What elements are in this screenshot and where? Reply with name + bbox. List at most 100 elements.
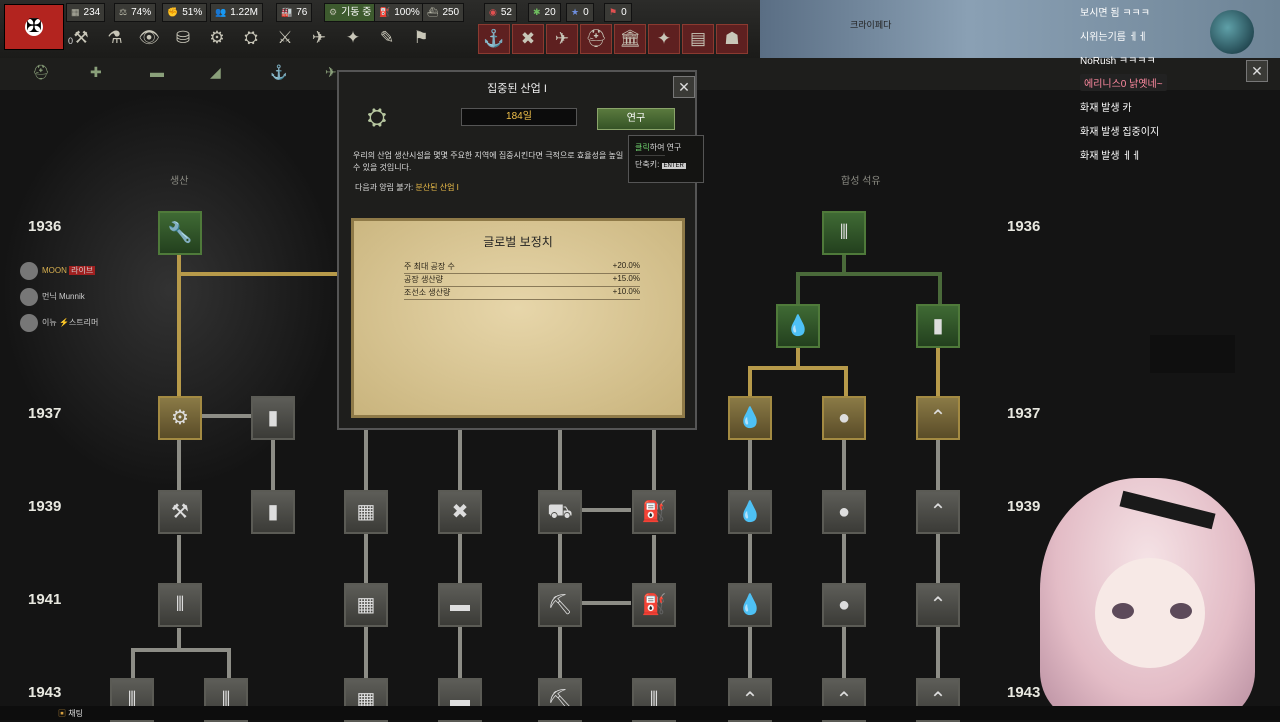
manpower-icon: 👥	[215, 7, 227, 17]
resource-factories[interactable]: 🏭 76	[276, 3, 313, 22]
tech-node-fuel-storage[interactable]: ▮	[916, 304, 960, 348]
tech-node-oil-1937-a[interactable]: 💧	[728, 396, 772, 440]
tree-connector	[271, 440, 275, 492]
tech-node-assembly-line[interactable]: ⦀	[158, 583, 202, 627]
resource-mobilization[interactable]: ⚙ 기동 중	[324, 3, 377, 22]
tree-connector	[842, 255, 846, 273]
oil-drop-icon: 💧	[785, 315, 811, 337]
tech-node-basic-machine-tools[interactable]: 🔧	[158, 211, 202, 255]
year-label: 1943	[28, 684, 62, 701]
resource-stability[interactable]: ⚖ 74%	[114, 3, 157, 22]
research-button[interactable]: 연구	[597, 108, 675, 130]
mask-icon: ☗	[724, 29, 740, 48]
modifier-panel: 글로벌 보정치 주 최대 공장 수 +20.0% 공장 생산량 +15.0% 조선소…	[351, 218, 685, 418]
chat-toggle[interactable]: ▣ 채팅	[58, 708, 83, 719]
government-alert-button[interactable]: 🏛	[614, 24, 646, 54]
tech-node-oil-1939-a[interactable]: 💧	[728, 490, 772, 534]
document-alert-button[interactable]: ▤	[682, 24, 714, 54]
counter-army-xp[interactable]: ✱ 20	[528, 3, 561, 22]
tech-node-advanced-tools[interactable]: ⚒	[158, 490, 202, 534]
tech-node-oil-1939-c[interactable]: ⌃	[916, 490, 960, 534]
infantry-tab-icon[interactable]: ⛑	[32, 64, 50, 81]
tech-node-dispersed-2[interactable]: ▦	[344, 490, 388, 534]
support-tab-icon[interactable]: ✚	[90, 64, 102, 81]
research-button[interactable]: ⚗	[100, 24, 130, 52]
generals-alert-button[interactable]: ✦	[648, 24, 680, 54]
counter-air-xp[interactable]: ⚑ 0	[604, 3, 632, 22]
decisions-button[interactable]: ✦	[338, 24, 368, 52]
tech-node-improved-machine-tools[interactable]: ⚙	[158, 396, 202, 440]
espionage-button[interactable]: ⚑	[406, 24, 436, 52]
country-flag[interactable]	[4, 4, 64, 50]
tech-node-synthetic-oil[interactable]: ⦀	[822, 211, 866, 255]
naval-alert-button[interactable]: ⚓	[478, 24, 510, 54]
globe-icon[interactable]	[1210, 10, 1254, 54]
avatar	[20, 262, 38, 280]
diplomacy-button[interactable]: 👁	[134, 24, 164, 52]
research-icon: ⚗	[107, 28, 123, 47]
roster-entry: 이뉴 ⚡스트리머	[20, 314, 98, 332]
eye-icon: 👁	[138, 28, 160, 47]
army-alert-button[interactable]: ✖	[512, 24, 544, 54]
trade-button[interactable]: ⛁	[168, 24, 198, 52]
logistics-button[interactable]: ✈	[304, 24, 334, 52]
helmet-alert-button[interactable]: ⛑	[580, 24, 612, 54]
rubber-icon: ●	[837, 501, 851, 523]
rubber-icon: ●	[837, 407, 851, 429]
armor-tab-icon[interactable]: ▬	[150, 64, 164, 80]
tech-node-dispersed-3[interactable]: ▦	[344, 583, 388, 627]
oil-pump-icon: ⛽	[641, 501, 667, 523]
rubber-icon: ●	[837, 594, 851, 616]
tech-node-oil-1941-a[interactable]: 💧	[728, 583, 772, 627]
resource-manpower[interactable]: 👥 1.22M	[210, 3, 264, 22]
tech-node-construction[interactable]: ⛟	[538, 490, 582, 534]
dialog-close-button[interactable]: ✕	[673, 76, 695, 98]
counter-navy-xp[interactable]: ★ 0	[566, 3, 594, 22]
tree-connector	[652, 430, 656, 490]
production-button[interactable]: ⛭	[236, 24, 266, 52]
counter-alerts[interactable]: ◉ 52	[484, 3, 517, 22]
tech-node-excavation[interactable]: ⛽	[632, 490, 676, 534]
close-research-button[interactable]: ✕	[1246, 60, 1268, 82]
tech-description: 우리의 산업 생산시설을 몇몇 주요한 지역에 집중시킨다면 극적으로 효율성을…	[353, 151, 624, 172]
resource-war-support[interactable]: ✊ 51%	[162, 3, 208, 22]
year-label: 1936	[28, 218, 62, 235]
tech-node-production[interactable]: ▮	[251, 396, 295, 440]
intel-icon: ✎	[379, 28, 395, 47]
espionage-alert-button[interactable]: ☗	[716, 24, 748, 54]
chat-message: 화재 발생 집중이지	[1080, 127, 1160, 138]
tech-detail-dialog: 집중된 산업 I ✕ ⛭ 184일 연구 우리의 산업 생산시설을 몇몇 주요한…	[337, 70, 697, 430]
resource-convoys[interactable]: ⛴ 250	[422, 3, 465, 22]
tech-node-oil-1937-c[interactable]: ⌃	[916, 396, 960, 440]
air-alert-button[interactable]: ✈	[546, 24, 578, 54]
tree-connector	[558, 430, 562, 680]
decisions-icon: ✦	[345, 28, 361, 47]
artillery-tab-icon[interactable]: ◢	[210, 64, 221, 81]
tech-node-production-2[interactable]: ▮	[251, 490, 295, 534]
tech-node-oil-1941-b[interactable]: ●	[822, 583, 866, 627]
construction-button[interactable]: ⚙	[202, 24, 232, 52]
resource-political-power[interactable]: ▦ 234	[66, 3, 106, 22]
modifier-row: 공장 생산량 +15.0%	[404, 274, 640, 287]
streamer-avatar-character	[1000, 448, 1280, 720]
tech-node-oil-1941-c[interactable]: ⌃	[916, 583, 960, 627]
air-tab-icon[interactable]: ✈	[325, 64, 337, 81]
tech-node-oil-1939-b[interactable]: ●	[822, 490, 866, 534]
fuel-storage-icon: ▮	[932, 315, 944, 337]
general-icon: ✦	[656, 29, 672, 48]
naval-tab-icon[interactable]: ⚓	[270, 64, 287, 81]
political-button[interactable]: ⚒	[66, 24, 96, 52]
map-preview[interactable]	[760, 0, 1280, 58]
tech-node-oil-1937-b[interactable]: ●	[822, 396, 866, 440]
recruit-button[interactable]: ⚔	[270, 24, 300, 52]
tech-node-concentrated-2[interactable]: ✖	[438, 490, 482, 534]
tech-node-oil-processing[interactable]: 💧	[776, 304, 820, 348]
tech-node-construction-2[interactable]: ⛏	[538, 583, 582, 627]
character-eye	[1112, 603, 1134, 619]
tech-node-concentrated-3[interactable]: ▬	[438, 583, 482, 627]
resource-fuel[interactable]: ⛽ 100%	[374, 3, 425, 22]
helmet-icon: ⛑	[585, 29, 607, 48]
tech-node-excavation-2[interactable]: ⛽	[632, 583, 676, 627]
tree-connector	[177, 440, 181, 492]
intelligence-button[interactable]: ✎	[372, 24, 402, 52]
